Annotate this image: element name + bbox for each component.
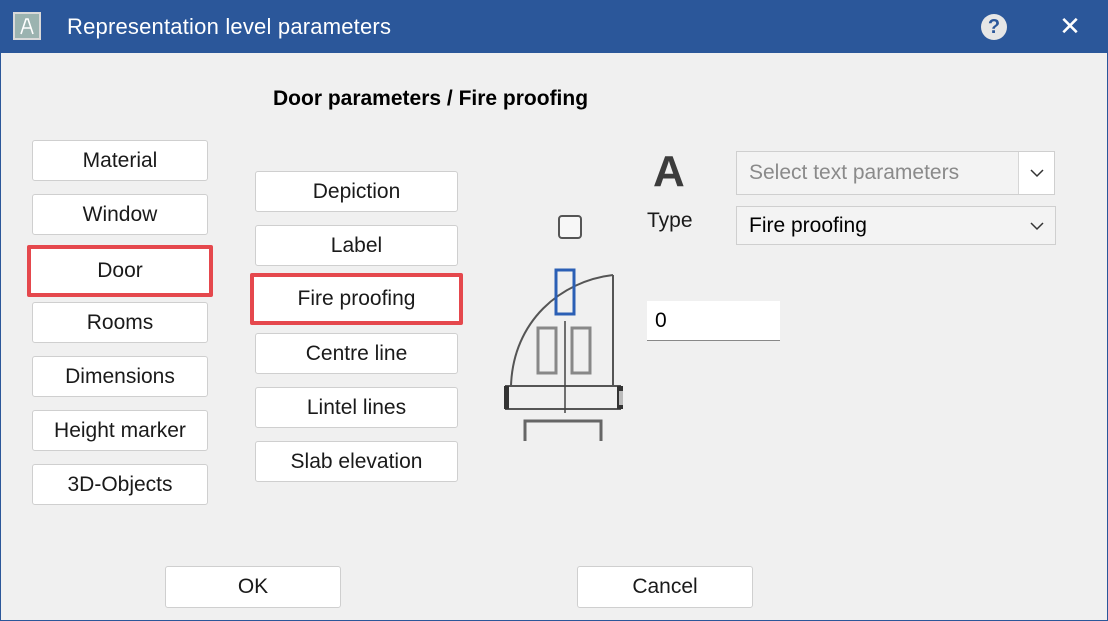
chevron-down-icon[interactable] [1019,207,1055,244]
cancel-button[interactable]: Cancel [577,566,753,608]
subcategory-lintel-lines-button[interactable]: Lintel lines [255,387,458,428]
category-height-marker-button[interactable]: Height marker [32,410,208,451]
category-dimensions-button[interactable]: Dimensions [32,356,208,397]
type-dropdown[interactable]: Fire proofing [736,206,1056,245]
subcategory-label-button[interactable]: Label [255,225,458,266]
dialog-window: Representation level parameters ? ✕ Door… [0,0,1108,621]
app-icon [13,12,41,40]
subcategory-centre-line-button[interactable]: Centre line [255,333,458,374]
type-value: Fire proofing [749,214,867,237]
text-parameters-placeholder: Select text parameters [749,161,960,184]
category-material-button[interactable]: Material [32,140,208,181]
type-label: Type [647,209,693,232]
text-parameters-dropdown[interactable]: Select text parameters [736,151,1055,195]
subcategory-depiction-button[interactable]: Depiction [255,171,458,212]
category-door-button[interactable]: Door [27,245,213,297]
ok-button[interactable]: OK [165,566,341,608]
subcategory-slab-elevation-button[interactable]: Slab elevation [255,441,458,482]
fire-proofing-checkbox[interactable] [558,215,582,239]
help-icon[interactable]: ? [981,14,1007,40]
close-icon[interactable]: ✕ [1053,11,1087,41]
chevron-down-icon[interactable] [1018,152,1054,194]
fire-rating-input[interactable] [647,301,780,341]
subcategory-fire-proofing-button[interactable]: Fire proofing [250,273,463,325]
category-3d-objects-button[interactable]: 3D-Objects [32,464,208,505]
door-preview-icon [504,268,623,441]
title-bar: Representation level parameters ? ✕ [1,1,1107,53]
window-title: Representation level parameters [67,14,392,39]
text-parameters-icon: A [653,147,685,196]
category-rooms-button[interactable]: Rooms [32,302,208,343]
category-window-button[interactable]: Window [32,194,208,235]
page-title: Door parameters / Fire proofing [273,87,589,110]
